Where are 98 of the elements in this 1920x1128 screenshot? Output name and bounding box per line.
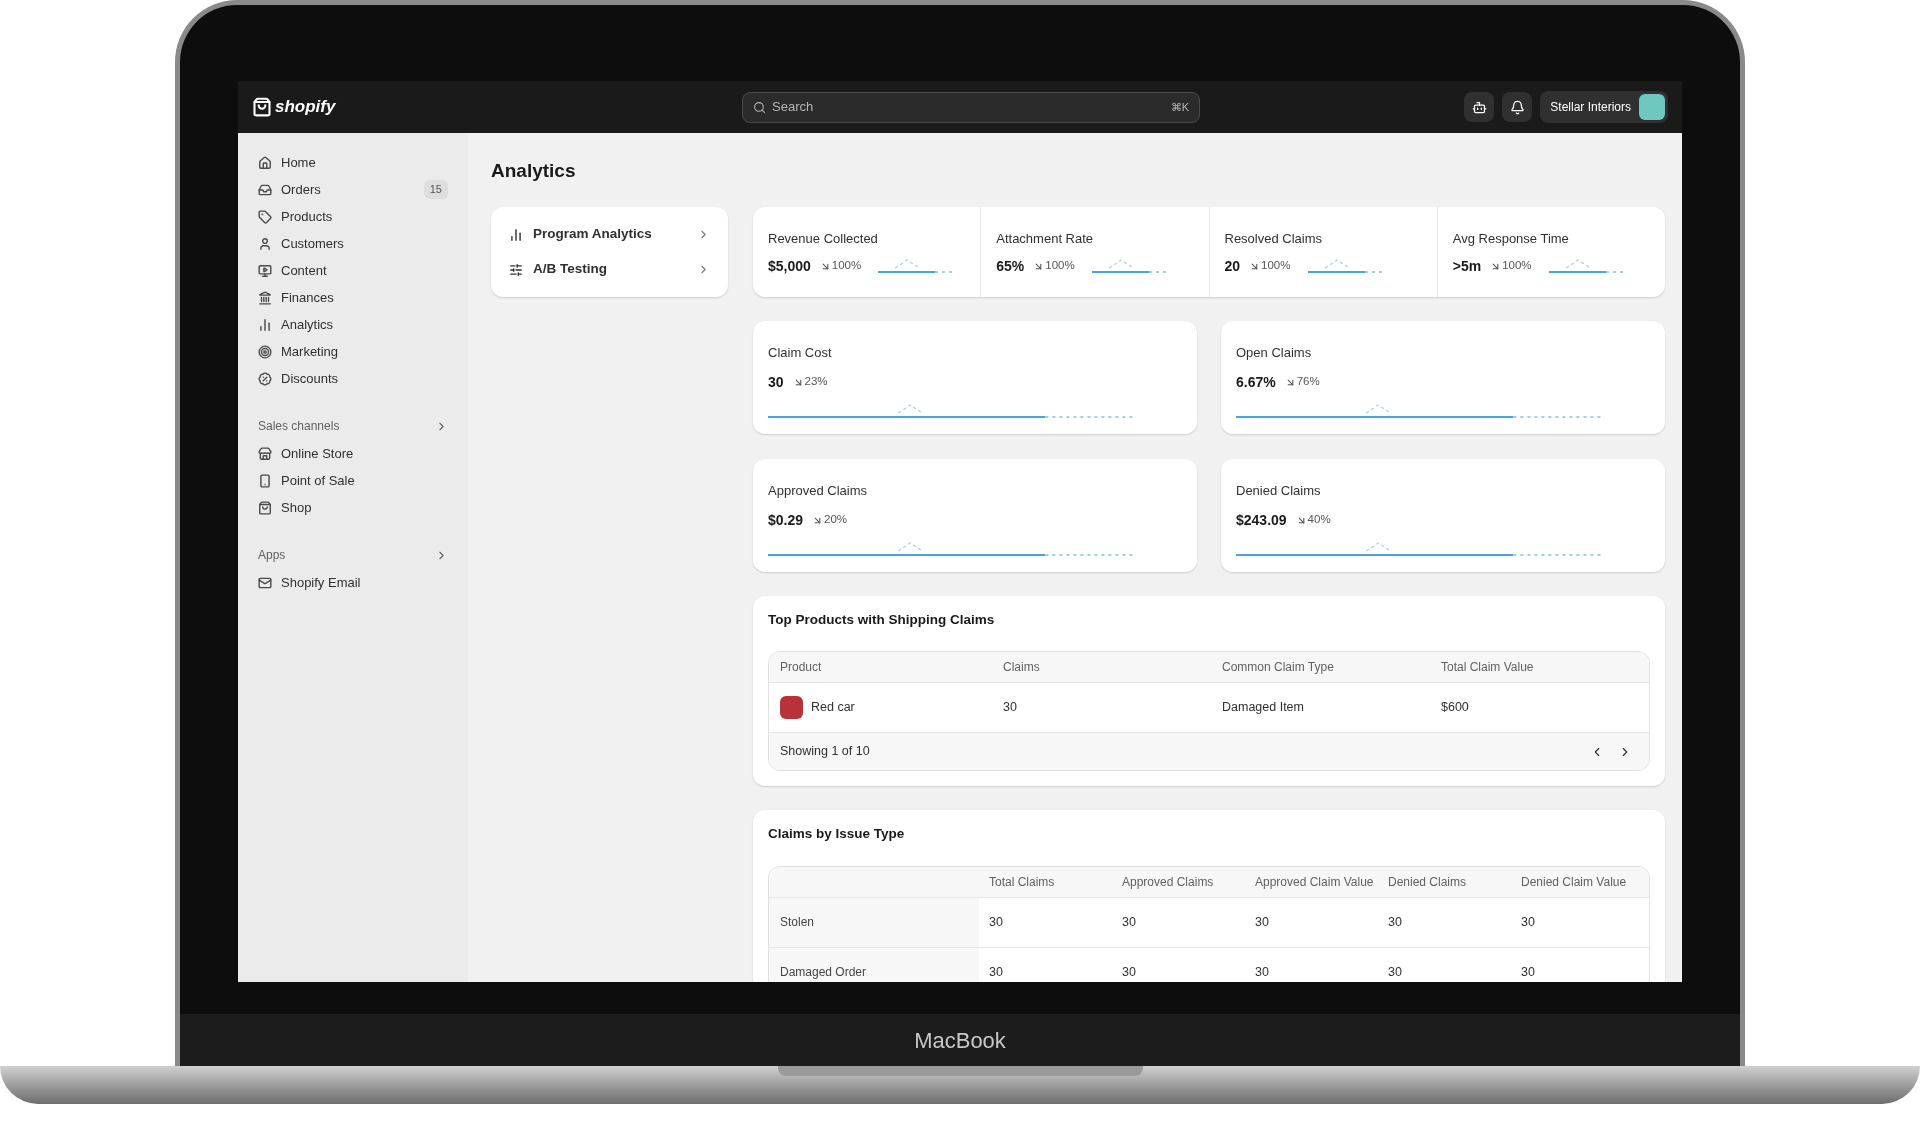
row-label: Stolen — [769, 897, 979, 947]
sidebar-item[interactable]: Analytics — [244, 311, 462, 338]
metric-label: Approved Claims — [768, 482, 868, 500]
avatar — [1639, 94, 1665, 120]
table-cell-text: $600 — [1440, 699, 1470, 717]
table-cell-text: 30 — [1254, 963, 1270, 981]
table-cell-text: 30 — [1121, 963, 1137, 981]
sidebar-item[interactable]: Finances — [244, 284, 462, 311]
column-header: Denied Claims — [1387, 873, 1468, 891]
sidebar-item[interactable]: Customers — [244, 230, 462, 257]
phone-icon — [258, 473, 272, 488]
table-cell-text: 30 — [988, 913, 1004, 931]
notifications-button[interactable] — [1502, 92, 1533, 122]
store-menu-button[interactable]: Stellar Interiors — [1540, 91, 1668, 123]
table-cell-text: 30 — [1520, 913, 1536, 931]
pagination-text: Showing 1 of 10 — [780, 743, 871, 761]
image-icon — [258, 263, 272, 278]
metric-label: Revenue Collected — [768, 230, 879, 248]
inbox-icon — [258, 182, 272, 197]
column-header: Total Claims — [988, 873, 1056, 891]
bar-chart-icon — [258, 317, 272, 332]
search-icon — [753, 100, 766, 114]
metric-value: $0.29 — [768, 510, 804, 530]
nav-link[interactable]: Program Analytics — [501, 217, 718, 252]
column-header: Common Claim Type — [1221, 659, 1335, 677]
section-title: Apps — [258, 547, 286, 564]
column-header: Product — [779, 659, 823, 677]
table-cell-text: Red car — [811, 699, 855, 717]
page-title: Analytics — [491, 159, 577, 183]
table-cell-text: 30 — [1387, 913, 1403, 931]
nav-link[interactable]: A/B Testing — [501, 252, 718, 287]
column-header: Claims — [1002, 659, 1041, 677]
metric-value: 65% — [996, 256, 1025, 276]
card-title: Claims by Issue Type — [768, 825, 906, 844]
table-cell-text: 30 — [988, 963, 1004, 981]
robot-icon — [1471, 99, 1487, 115]
product-thumbnail — [780, 696, 803, 720]
sidebar-item[interactable]: Shop — [244, 494, 462, 521]
metric-value: $5,000 — [768, 256, 811, 276]
metric-label: Claim Cost — [768, 344, 833, 362]
bar-chart-icon — [509, 227, 523, 242]
row-label: Damaged Order — [769, 947, 979, 982]
metric-value: 6.67% — [1236, 372, 1276, 392]
table-cell-text: 30 — [1387, 963, 1403, 981]
metric-label: Resolved Claims — [1224, 230, 1324, 248]
bag-icon — [258, 500, 272, 515]
sidebar-item[interactable]: Orders 15 — [244, 176, 462, 203]
table-cell-text: 30 — [1254, 913, 1270, 931]
metric-value: 20 — [1224, 256, 1241, 276]
sidebar-item[interactable]: Point of Sale — [244, 467, 462, 494]
section-title: Sales channels — [258, 418, 340, 435]
sidebar-item[interactable]: Marketing — [244, 338, 462, 365]
sidebar-item[interactable]: Home — [244, 149, 462, 176]
target-icon — [258, 344, 272, 359]
table-cell-text: 30 — [1002, 699, 1018, 717]
mail-icon — [258, 575, 272, 590]
count-badge: 15 — [423, 180, 448, 199]
change-indicator: 23% — [792, 373, 828, 391]
table-cell-text: 30 — [1520, 963, 1536, 981]
device-label: MacBook — [914, 1026, 1006, 1055]
bank-icon — [258, 290, 272, 305]
column-header: Approved Claims — [1121, 873, 1215, 891]
sidebar-item[interactable]: Products — [244, 203, 462, 230]
store-icon — [258, 446, 272, 461]
change-indicator: 100% — [1490, 257, 1532, 275]
metric-label: Denied Claims — [1236, 482, 1322, 500]
table-cell-text: Damaged Item — [1221, 699, 1305, 717]
column-header: Denied Claim Value — [1520, 873, 1628, 891]
change-indicator: 100% — [1033, 257, 1075, 275]
card-title: Top Products with Shipping Claims — [768, 611, 996, 629]
metric-value: 30 — [768, 372, 784, 392]
sidebar-item[interactable]: Content — [244, 257, 462, 284]
column-header: Total Claim Value — [1440, 659, 1535, 677]
discount-icon — [258, 371, 272, 386]
metric-label: Avg Response Time — [1452, 230, 1570, 248]
change-indicator: 100% — [819, 257, 862, 275]
brand-logo[interactable]: shopify — [275, 94, 336, 120]
person-icon — [258, 236, 272, 251]
sidebar-item[interactable]: Shopify Email — [244, 569, 462, 596]
sidebar-item[interactable]: Discounts — [244, 365, 462, 392]
bell-icon — [1509, 99, 1525, 115]
metric-label: Open Claims — [1236, 344, 1313, 362]
bag-logo-icon — [252, 97, 272, 117]
home-icon — [258, 155, 272, 170]
tag-icon — [258, 209, 272, 224]
sidebar-item[interactable]: Online Store — [244, 440, 462, 467]
sliders-icon — [509, 262, 523, 277]
assistant-button[interactable] — [1464, 92, 1495, 122]
column-header: Approved Claim Value — [1254, 873, 1375, 891]
metric-value: $243.09 — [1236, 510, 1287, 530]
metric-value: >5m — [1452, 256, 1482, 276]
metric-label: Attachment Rate — [996, 230, 1095, 248]
change-indicator: 100% — [1249, 257, 1291, 275]
search-field[interactable]: Search ⌘K — [742, 91, 1200, 123]
change-indicator: 76% — [1284, 373, 1320, 391]
change-indicator: 40% — [1295, 511, 1331, 529]
table-cell-text: 30 — [1121, 913, 1137, 931]
change-indicator: 20% — [812, 511, 848, 529]
